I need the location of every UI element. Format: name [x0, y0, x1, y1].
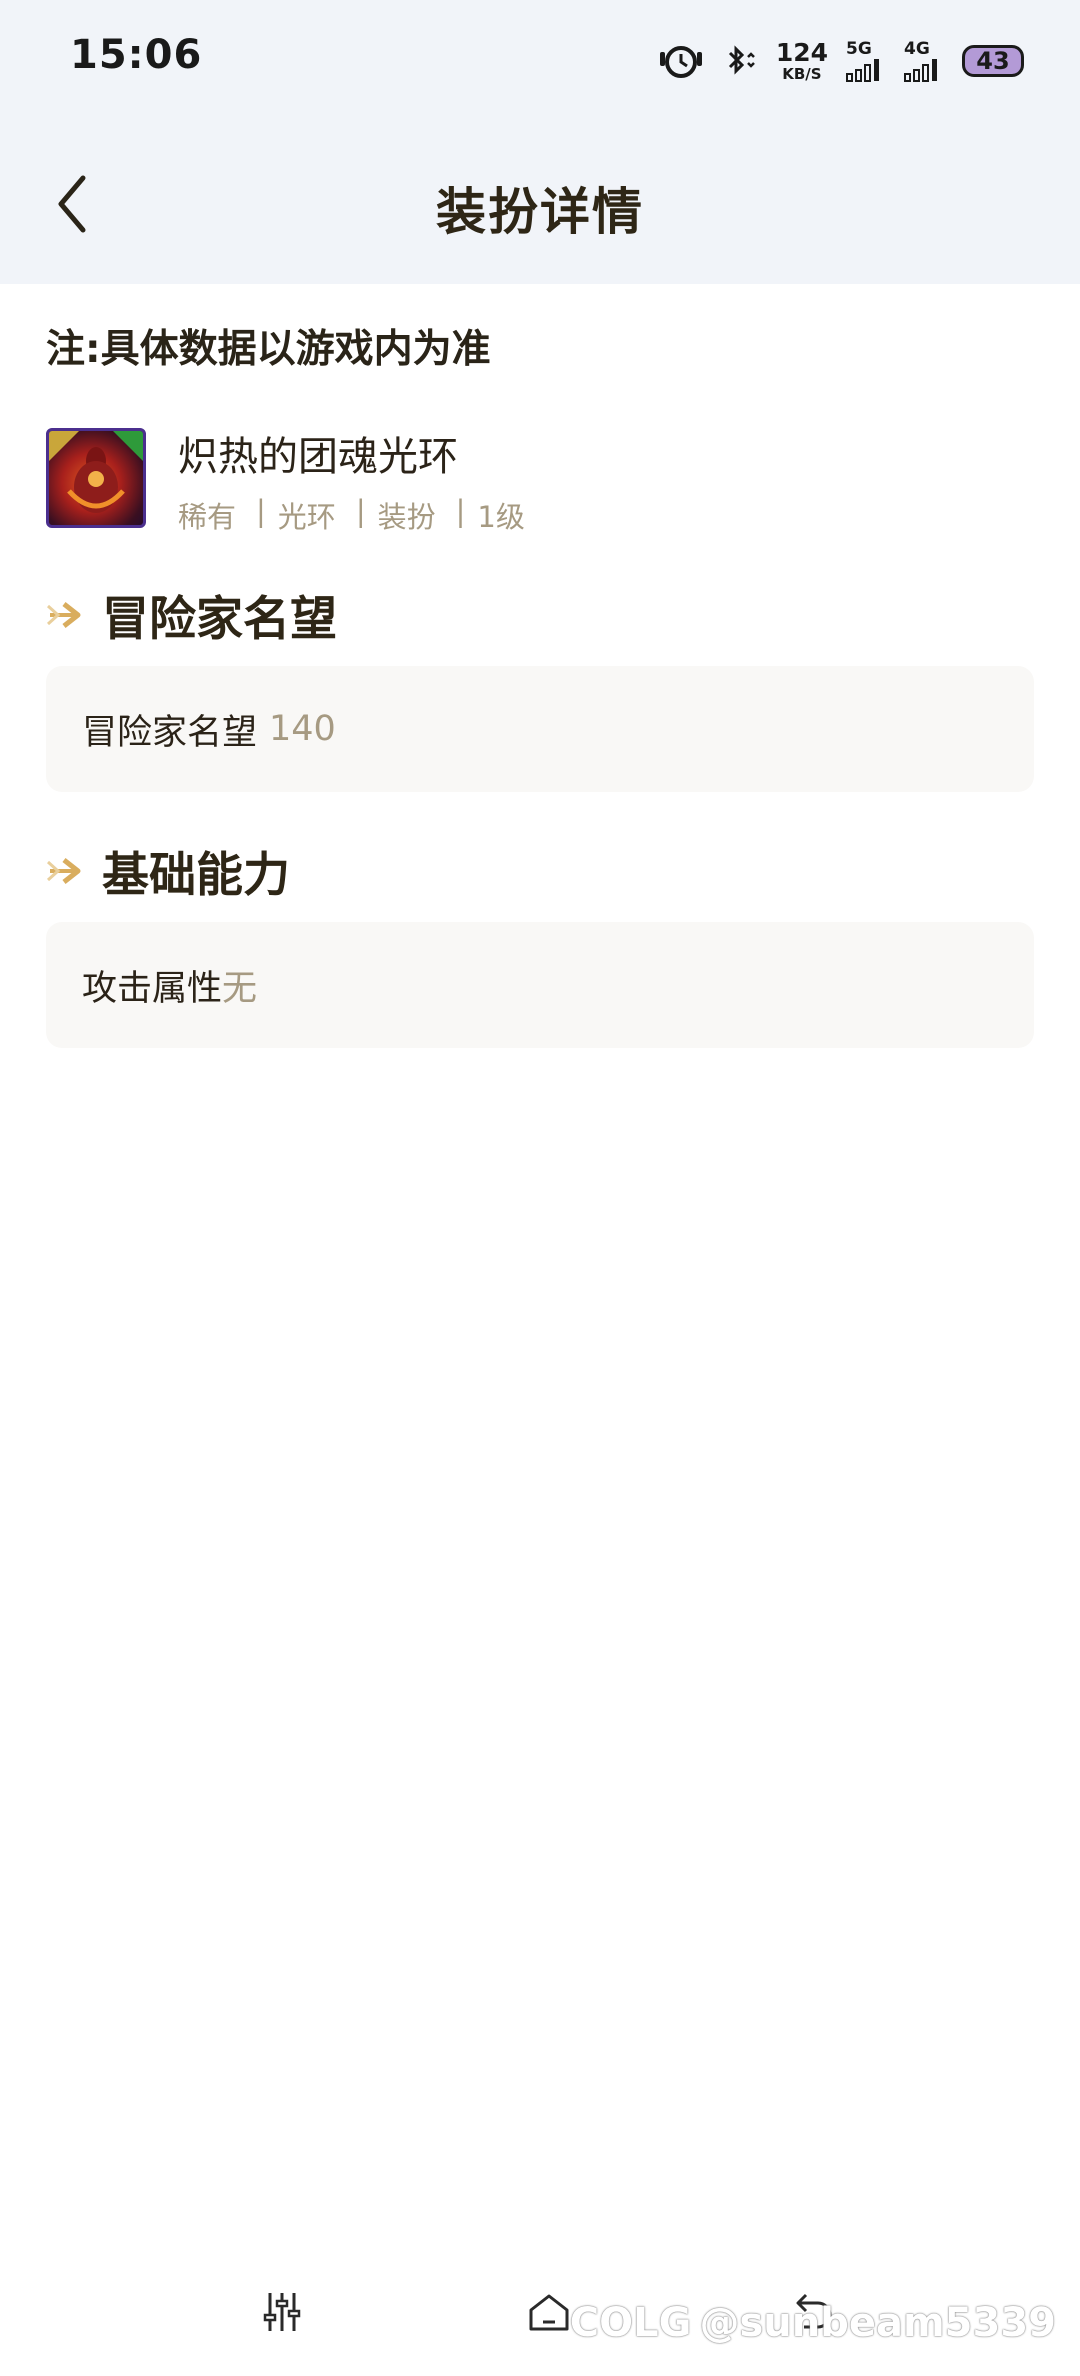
- network-speed: 124 KB/S: [776, 40, 828, 82]
- page-title: 装扮详情: [436, 183, 644, 241]
- stat-label: 攻击属性: [82, 968, 223, 1009]
- signal-5g: 5G: [846, 38, 886, 82]
- watermark: COLG @sunbeam5339: [570, 2300, 1056, 2346]
- home-icon: [529, 2294, 569, 2331]
- item-tag: 装扮: [377, 500, 436, 534]
- stat-value: 140: [269, 709, 336, 749]
- section-header-basic-ability: 基础能力: [46, 836, 290, 905]
- tag-separator: |: [455, 494, 466, 528]
- network-speed-value: 124: [775, 38, 828, 67]
- stat-label: 冒险家名望: [82, 712, 258, 753]
- recents-button[interactable]: [254, 2284, 310, 2340]
- item-tag: 1级: [477, 500, 525, 534]
- alarm-icon: [659, 46, 702, 78]
- header: 15:06 124 KB/S 5G 4G 43 装扮详情: [0, 0, 1080, 284]
- signal-4g-label: 4G: [904, 38, 930, 59]
- section-header-fame: 冒险家名望: [46, 580, 337, 649]
- stat-value: 无: [222, 968, 258, 1009]
- home-button[interactable]: [521, 2284, 577, 2340]
- fame-card: 冒险家名望 140: [46, 666, 1034, 792]
- item-tags: 稀有 | 光环 | 装扮 | 1级: [178, 494, 525, 536]
- section-title: 基础能力: [102, 848, 290, 903]
- tag-separator: |: [256, 494, 266, 528]
- watermark-logo: COLG: [569, 2300, 692, 2346]
- watermark-user: @sunbeam5339: [699, 2300, 1056, 2346]
- aura-emblem-icon: [49, 431, 143, 513]
- section-title: 冒险家名望: [102, 592, 337, 647]
- item-tag: 稀有: [178, 500, 237, 534]
- item-tag: 光环: [277, 500, 336, 534]
- bluetooth-icon: [728, 45, 755, 75]
- arrow-right-icon: [46, 601, 81, 628]
- item-thumbnail: [46, 428, 146, 528]
- arrow-right-icon: [46, 857, 81, 884]
- network-speed-unit: KB/S: [782, 65, 822, 83]
- signal-4g: 4G: [904, 38, 944, 82]
- status-icons: 124 KB/S 5G 4G 43: [658, 34, 1024, 88]
- sliders-icon: [263, 2293, 301, 2331]
- battery-indicator: 43: [962, 45, 1024, 77]
- signal-5g-label: 5G: [846, 38, 872, 59]
- signal-bars-icon: [904, 58, 937, 82]
- disclaimer-note: 注:具体数据以游戏内为准: [46, 327, 491, 372]
- item-name: 炽热的团魂光环: [178, 434, 458, 480]
- basic-ability-card: 攻击属性 无: [46, 922, 1034, 1048]
- signal-bars-icon: [846, 58, 879, 82]
- tag-separator: |: [355, 494, 366, 528]
- status-time: 15:06: [70, 32, 203, 78]
